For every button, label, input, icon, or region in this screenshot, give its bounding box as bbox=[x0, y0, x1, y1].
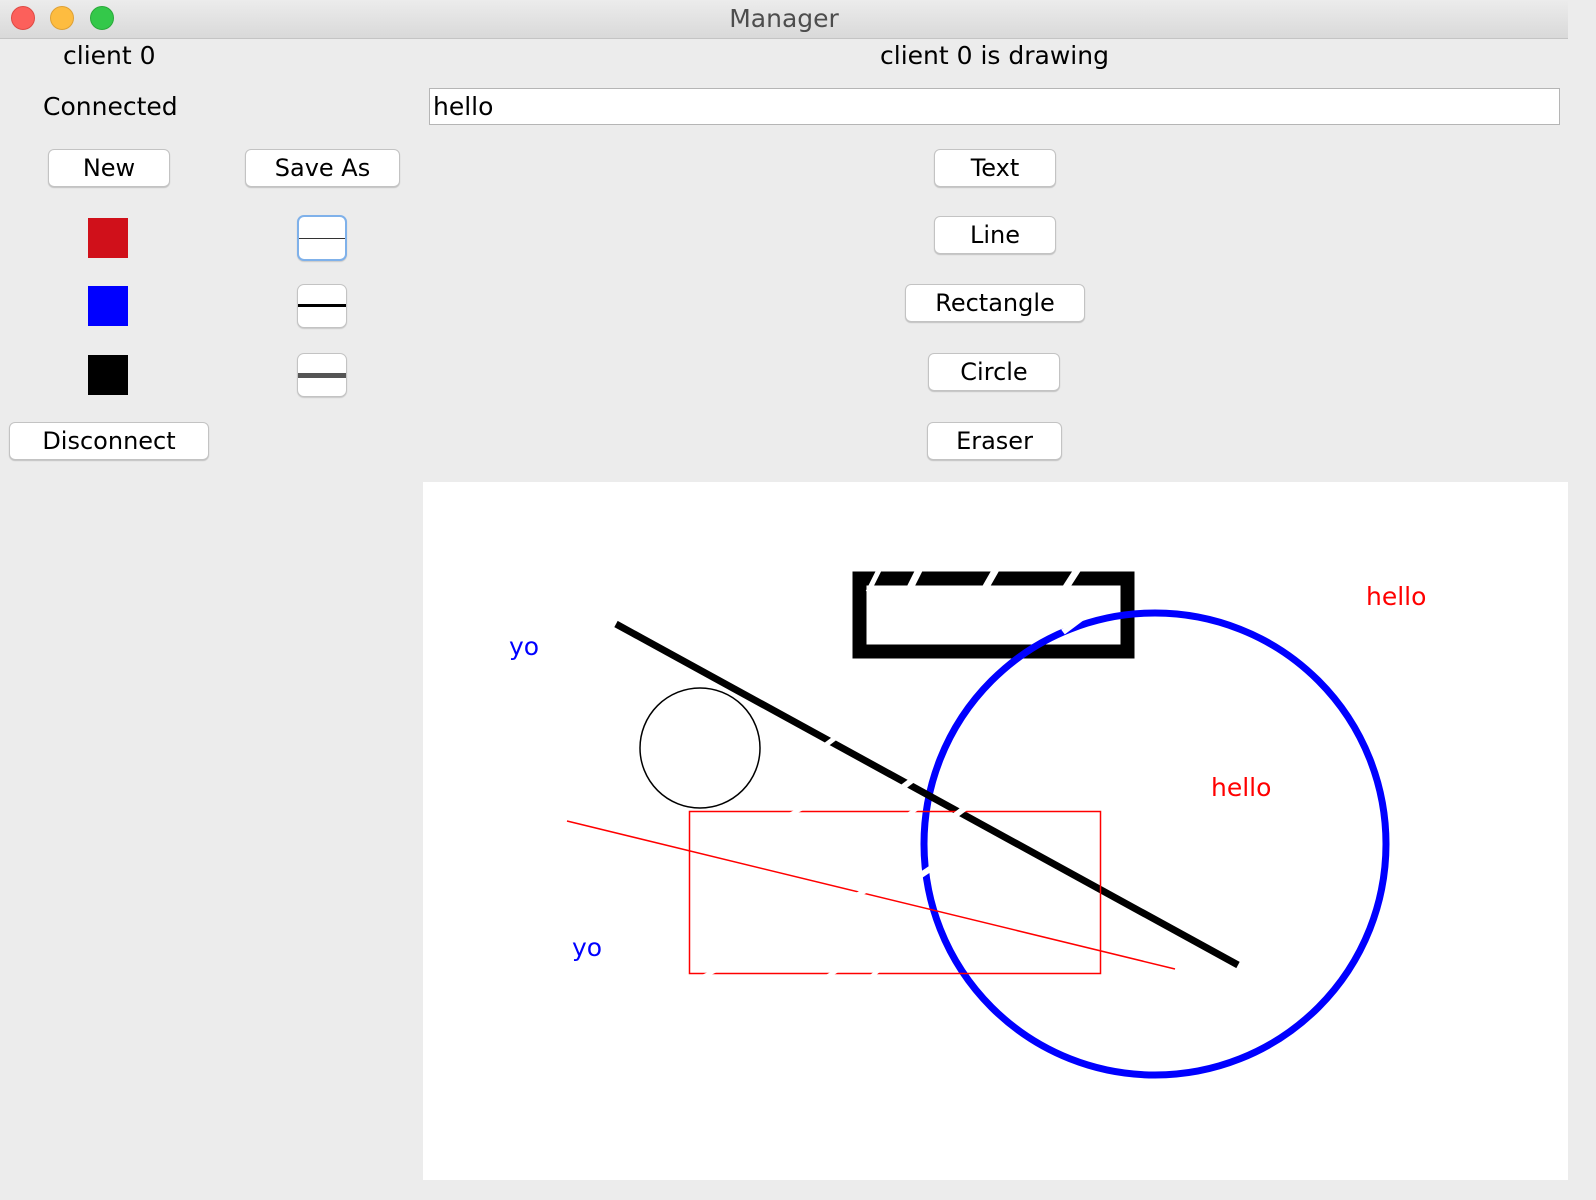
line-tool-button[interactable]: Line bbox=[934, 216, 1056, 254]
thick-line-icon bbox=[298, 373, 346, 378]
medium-line-icon bbox=[298, 304, 346, 307]
rectangle-tool-button[interactable]: Rectangle bbox=[905, 284, 1085, 322]
stroke-thick-button[interactable] bbox=[297, 353, 347, 397]
window-title: Manager bbox=[729, 4, 839, 33]
connection-status-label: Connected bbox=[43, 92, 178, 121]
stroke-thin-button[interactable] bbox=[297, 215, 347, 261]
canvas-text-yo: yo bbox=[509, 632, 539, 661]
text-input-field[interactable] bbox=[429, 88, 1560, 125]
client-name-label: client 0 bbox=[63, 41, 156, 70]
save-as-button[interactable]: Save As bbox=[245, 149, 400, 187]
canvas-text-hello: hello bbox=[1366, 582, 1426, 611]
canvas-text-hello: hello bbox=[1211, 773, 1271, 802]
disconnect-button[interactable]: Disconnect bbox=[9, 422, 209, 460]
new-button[interactable]: New bbox=[48, 149, 170, 187]
color-swatch-black[interactable] bbox=[88, 355, 128, 395]
circle-tool-button[interactable]: Circle bbox=[928, 353, 1060, 391]
canvas-text-yo: yo bbox=[572, 933, 602, 962]
text-tool-button[interactable]: Text bbox=[934, 149, 1056, 187]
background-strip bbox=[0, 1176, 423, 1180]
eraser-tool-button[interactable]: Eraser bbox=[927, 422, 1062, 460]
stroke-medium-button[interactable] bbox=[297, 284, 347, 328]
thin-line-icon bbox=[299, 238, 345, 239]
color-swatch-red[interactable] bbox=[88, 218, 128, 258]
title-bar[interactable]: Manager bbox=[0, 0, 1568, 39]
drawing-status-label: client 0 is drawing bbox=[880, 41, 1109, 70]
manager-window: Manager client 0 Connected client 0 is d… bbox=[0, 0, 1568, 1180]
color-swatch-blue[interactable] bbox=[88, 286, 128, 326]
drawing-canvas[interactable]: yo yo hello hello bbox=[423, 482, 1568, 1180]
